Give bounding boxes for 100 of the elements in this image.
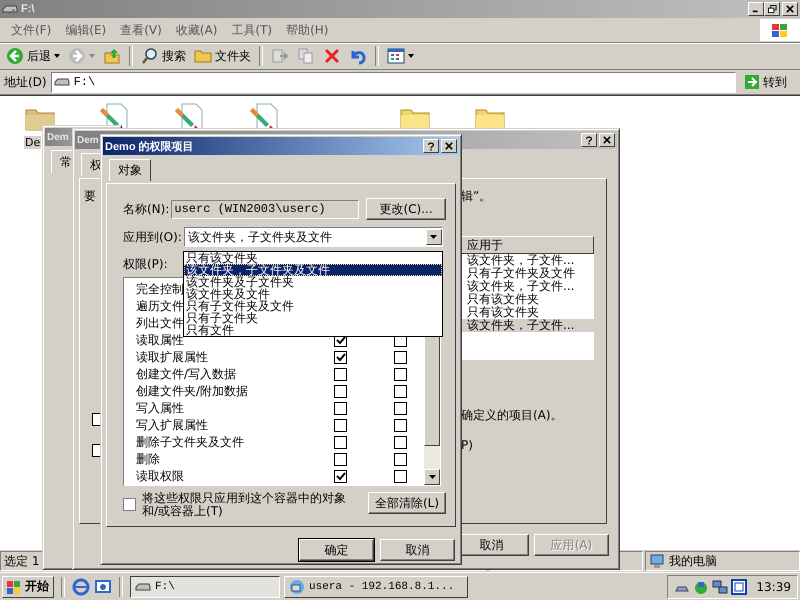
caret-icon bbox=[54, 54, 60, 58]
permission-name: 完全控制 bbox=[135, 281, 184, 298]
permission-name: 写入属性 bbox=[135, 400, 184, 417]
menu-item[interactable]: 工具(T) bbox=[224, 20, 280, 40]
address-field[interactable]: F:\ bbox=[50, 72, 736, 92]
allow-checkbox[interactable] bbox=[334, 453, 347, 466]
go-button[interactable]: 转到 bbox=[740, 74, 796, 90]
permissions-label: 权限(P): bbox=[123, 256, 168, 273]
window-icon[interactable] bbox=[731, 578, 748, 594]
folders-button[interactable]: 文件夹 bbox=[191, 46, 254, 66]
computer-icon bbox=[649, 553, 665, 569]
dropdown-option[interactable]: 只有子文件夹 bbox=[184, 312, 442, 324]
list-row[interactable]: 该文件夹，子文件... bbox=[461, 254, 594, 267]
menu-item[interactable]: 编辑(E) bbox=[58, 20, 114, 40]
deny-checkbox[interactable] bbox=[394, 385, 407, 398]
menu-item[interactable]: 查看(V) bbox=[113, 20, 169, 40]
computers-icon[interactable] bbox=[712, 578, 728, 594]
question-mark-icon bbox=[585, 136, 593, 144]
list-row[interactable]: 只有该文件夹 bbox=[461, 306, 594, 319]
list-row[interactable]: 只有该文件夹 bbox=[461, 293, 594, 306]
restore-button[interactable] bbox=[764, 2, 780, 16]
dropdown-option[interactable]: 只有子文件夹及文件 bbox=[184, 300, 442, 312]
allow-checkbox[interactable] bbox=[334, 385, 347, 398]
window-title: F:\ bbox=[21, 3, 34, 15]
start-button[interactable]: 开始 bbox=[2, 576, 54, 598]
apply-to-label: 应用到(O): bbox=[123, 228, 182, 246]
close-button[interactable] bbox=[441, 139, 457, 153]
minimize-button[interactable] bbox=[748, 2, 764, 16]
permission-name: 列出文件 bbox=[135, 315, 184, 332]
apply-to-dropdown[interactable]: 该文件夹，子文件夹及文件 bbox=[184, 227, 443, 247]
dialog-button[interactable]: 取消 bbox=[380, 539, 455, 561]
menu-item[interactable]: 帮助(H) bbox=[279, 20, 336, 40]
allow-checkbox[interactable] bbox=[334, 368, 347, 381]
dropdown-arrow-icon bbox=[430, 235, 438, 239]
close-icon bbox=[786, 5, 794, 13]
question-mark-icon bbox=[427, 142, 435, 150]
deny-checkbox[interactable] bbox=[394, 453, 407, 466]
deny-checkbox[interactable] bbox=[394, 470, 407, 483]
clock: 13:39 bbox=[756, 580, 791, 594]
deny-checkbox[interactable] bbox=[394, 351, 407, 364]
deny-checkbox[interactable] bbox=[394, 419, 407, 432]
clear-all-button[interactable]: 全部清除(L) bbox=[368, 492, 446, 514]
checkbox[interactable] bbox=[123, 498, 136, 511]
deny-checkbox[interactable] bbox=[394, 368, 407, 381]
window-title: Demo 的权限项目 bbox=[105, 140, 194, 154]
permission-name: 创建文件/写入数据 bbox=[135, 366, 236, 383]
column-header[interactable]: 应用于 bbox=[461, 236, 594, 254]
deny-checkbox[interactable] bbox=[394, 402, 407, 415]
caret-icon bbox=[89, 54, 95, 58]
desktop-icon[interactable] bbox=[94, 578, 112, 596]
name-label: 名称(N): bbox=[123, 200, 170, 218]
search-icon bbox=[141, 47, 159, 65]
allow-checkbox[interactable] bbox=[334, 419, 347, 432]
scroll-down-icon bbox=[428, 475, 436, 479]
window-title: Dem bbox=[77, 134, 99, 146]
taskbar-button[interactable]: F:\ bbox=[130, 576, 280, 598]
permission-name: 创建文件夹/附加数据 bbox=[135, 383, 248, 400]
copy-icon bbox=[297, 47, 315, 65]
help-button[interactable] bbox=[581, 133, 597, 147]
allow-checkbox[interactable] bbox=[334, 470, 347, 483]
note-text: 辑”。 bbox=[461, 188, 492, 205]
restore-icon bbox=[768, 4, 776, 14]
list-row[interactable]: 只有子文件夹及文件 bbox=[461, 267, 594, 280]
permission-name: 遍历文件 bbox=[135, 298, 184, 315]
permission-entries-list[interactable]: 应用于 该文件夹，子文件... 只有子文件夹及文件 该文件夹，子文件... 只有该文件夹 只有该文件夹 该文件夹，子文件... bbox=[461, 236, 595, 361]
dropdown-option[interactable]: 只有该文件夹 bbox=[184, 252, 442, 264]
caret-icon bbox=[408, 54, 414, 58]
close-button[interactable] bbox=[782, 2, 798, 16]
close-button[interactable] bbox=[599, 133, 615, 147]
dropdown-option[interactable]: 该文件夹及子文件夹 bbox=[184, 276, 442, 288]
address-label: 地址(D) bbox=[4, 74, 47, 90]
option-label: P) bbox=[461, 438, 473, 452]
permission-name: 删除 bbox=[135, 451, 160, 468]
menu-item[interactable]: 收藏(A) bbox=[168, 20, 224, 40]
folder-up-icon bbox=[103, 47, 121, 65]
permission-name: 删除子文件夹及文件 bbox=[135, 434, 244, 451]
dropdown-option[interactable]: 该文件夹及文件 bbox=[184, 288, 442, 300]
allow-checkbox[interactable] bbox=[334, 402, 347, 415]
search-button[interactable]: 搜索 bbox=[138, 46, 189, 66]
option-label: 确定义的项目(A)。 bbox=[461, 407, 563, 424]
taskbar-button[interactable]: usera - 192.168.8.1... bbox=[284, 576, 468, 598]
help-button[interactable] bbox=[423, 139, 439, 153]
dropdown-option[interactable]: 只有文件 bbox=[184, 324, 442, 336]
change-button[interactable]: 更改(C)... bbox=[366, 198, 446, 220]
file-label: De bbox=[24, 136, 42, 149]
allow-checkbox[interactable] bbox=[334, 351, 347, 364]
browser-icon[interactable] bbox=[72, 578, 90, 596]
name-field[interactable]: userc (WIN2003\userc) bbox=[171, 200, 360, 218]
views-icon bbox=[387, 47, 405, 65]
dialog-button[interactable]: 确定 bbox=[299, 539, 374, 561]
list-row[interactable]: 该文件夹，子文件... bbox=[461, 280, 594, 293]
allow-checkbox[interactable] bbox=[334, 436, 347, 449]
list-row[interactable]: 该文件夹，子文件... bbox=[461, 319, 594, 332]
deny-checkbox[interactable] bbox=[394, 436, 407, 449]
windows-flag-icon bbox=[6, 578, 22, 594]
tab[interactable]: 对象 bbox=[109, 159, 151, 181]
delete-icon bbox=[323, 47, 341, 65]
menu-item[interactable]: 文件(F) bbox=[4, 20, 58, 40]
back-button[interactable]: 后退 bbox=[3, 46, 63, 66]
move-to-icon bbox=[271, 47, 289, 65]
